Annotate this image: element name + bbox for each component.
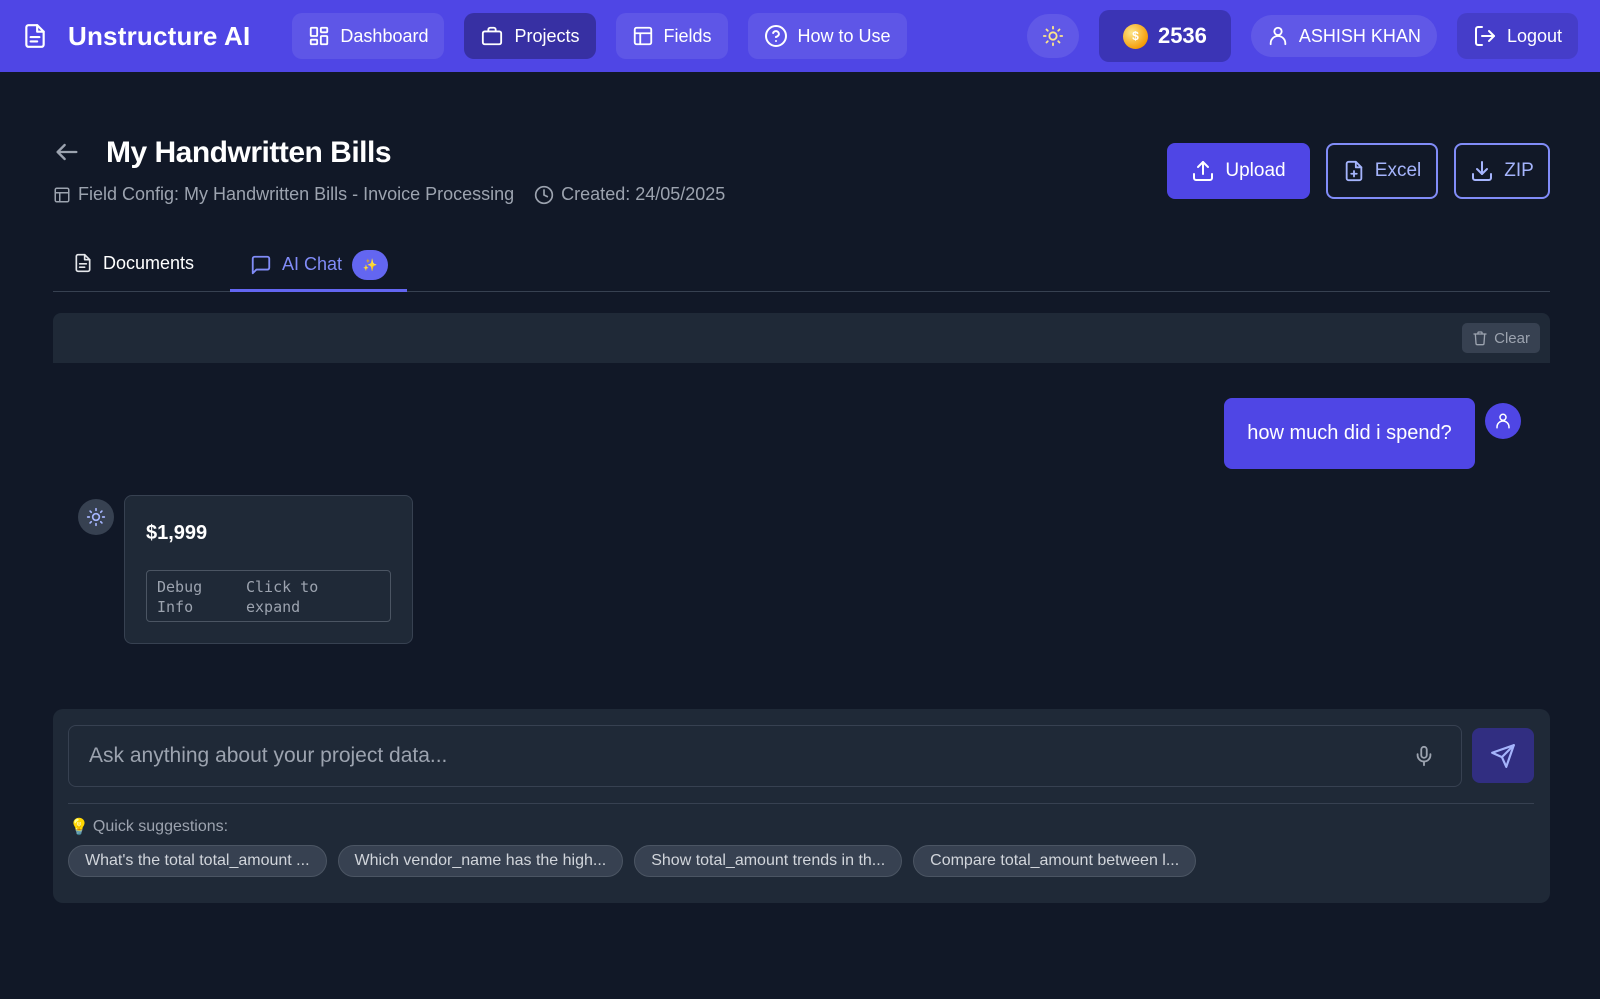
debug-info-label: Debug Info [157, 578, 203, 616]
user-avatar [1485, 403, 1521, 439]
tab-ai-chat[interactable]: AI Chat ✨ [230, 240, 407, 292]
table-icon [632, 25, 654, 47]
chat-input-wrapper [68, 725, 1462, 787]
download-icon [1470, 159, 1494, 183]
nav-how-to-use[interactable]: How to Use [747, 13, 907, 59]
upload-icon [1191, 159, 1215, 183]
project-meta: Field Config: My Handwritten Bills - Inv… [53, 184, 725, 205]
main-nav: Dashboard Projects Fields How to Use [292, 13, 907, 59]
nav-label: Projects [514, 25, 580, 46]
logout-button[interactable]: Logout [1456, 13, 1578, 59]
header-tools: $ 2536 ASHISH KHAN Logout [1026, 10, 1578, 62]
send-icon [1490, 743, 1516, 769]
logout-icon [1473, 24, 1497, 48]
debug-info-toggle[interactable]: Debug Info Click to expand [146, 570, 391, 622]
trash-icon [1472, 330, 1488, 346]
nav-label: How to Use [797, 25, 891, 46]
microphone-icon[interactable] [1413, 744, 1435, 768]
clear-chat-button[interactable]: Clear [1462, 323, 1540, 353]
logout-label: Logout [1506, 25, 1562, 46]
suggestion-chips: What's the total total_amount ... Which … [68, 845, 1197, 877]
coin-balance[interactable]: $ 2536 [1098, 10, 1231, 62]
nav-projects[interactable]: Projects [464, 13, 596, 59]
user-name: ASHISH KHAN [1298, 25, 1421, 46]
coin-balance-value: 2536 [1157, 23, 1207, 48]
tab-documents[interactable]: Documents [73, 237, 194, 289]
user-message: how much did i spend? [1224, 398, 1475, 469]
user-profile-button[interactable]: ASHISH KHAN [1250, 15, 1437, 57]
export-excel-button[interactable]: Excel [1326, 143, 1438, 199]
table-icon [53, 186, 71, 204]
suggestion-chip[interactable]: Show total_amount trends in th... [634, 845, 903, 877]
upload-button[interactable]: Upload [1167, 143, 1310, 199]
nav-dashboard[interactable]: Dashboard [292, 13, 445, 59]
top-navigation-bar: Unstructure AI Dashboard Projects Fields… [0, 0, 1600, 72]
page-title: My Handwritten Bills [106, 136, 392, 169]
file-plus-icon [1343, 159, 1365, 183]
divider [68, 803, 1534, 804]
clear-label: Clear [1494, 329, 1530, 347]
briefcase-icon [480, 25, 504, 47]
assistant-message: $1,999 Debug Info Click to expand [124, 495, 413, 644]
excel-label: Excel [1374, 160, 1422, 181]
quick-suggestions-text: Quick suggestions: [92, 818, 229, 835]
lightbulb-icon: 💡 [69, 819, 89, 836]
field-config-text: Field Config: My Handwritten Bills - Inv… [78, 184, 515, 204]
document-icon [73, 252, 93, 274]
user-message-text: how much did i spend? [1247, 422, 1452, 444]
user-icon [1267, 25, 1289, 47]
created-date: Created: 24/05/2025 [534, 184, 725, 205]
nav-fields[interactable]: Fields [615, 13, 728, 59]
help-icon [764, 24, 788, 48]
send-button[interactable] [1472, 728, 1534, 783]
zip-label: ZIP [1504, 160, 1534, 181]
nav-label: Dashboard [340, 25, 429, 46]
brand[interactable]: Unstructure AI [22, 21, 250, 52]
coin-icon: $ [1122, 23, 1148, 49]
clock-icon [534, 185, 554, 205]
tab-label: AI Chat [282, 254, 343, 274]
project-tabs: Documents AI Chat ✨ [53, 240, 1550, 292]
quick-suggestions-label: 💡 Quick suggestions: [69, 817, 228, 837]
nav-label: Fields [663, 25, 712, 46]
sun-icon [86, 507, 106, 527]
sun-icon [1042, 25, 1064, 47]
chat-bubble-icon [250, 254, 272, 276]
download-zip-button[interactable]: ZIP [1454, 143, 1550, 199]
project-actions: Upload Excel ZIP [1167, 143, 1550, 199]
assistant-message-text: $1,999 [146, 522, 208, 544]
theme-toggle-button[interactable] [1026, 14, 1079, 58]
tab-label: Documents [103, 252, 195, 273]
dashboard-icon [308, 25, 330, 47]
created-date-text: Created: 24/05/2025 [561, 184, 726, 204]
suggestion-chip[interactable]: What's the total total_amount ... [68, 845, 327, 877]
suggestion-chip[interactable]: Compare total_amount between l... [913, 845, 1197, 877]
document-logo-icon [22, 23, 48, 49]
project-header: My Handwritten Bills Field Config: My Ha… [53, 132, 1550, 222]
chat-input[interactable] [69, 726, 1389, 786]
suggestion-chip[interactable]: Which vendor_name has the high... [337, 845, 624, 877]
field-config: Field Config: My Handwritten Bills - Inv… [53, 184, 514, 205]
back-arrow-icon[interactable] [53, 138, 81, 166]
chat-input-panel: 💡 Quick suggestions: What's the total to… [53, 709, 1550, 903]
sparkle-icon: ✨ [352, 249, 389, 280]
debug-info-hint: Click to expand [246, 578, 319, 616]
upload-label: Upload [1225, 160, 1286, 181]
chat-toolbar: Clear [53, 313, 1550, 363]
app-title: Unstructure AI [68, 20, 251, 51]
assistant-avatar [78, 499, 114, 535]
user-icon [1494, 412, 1512, 430]
